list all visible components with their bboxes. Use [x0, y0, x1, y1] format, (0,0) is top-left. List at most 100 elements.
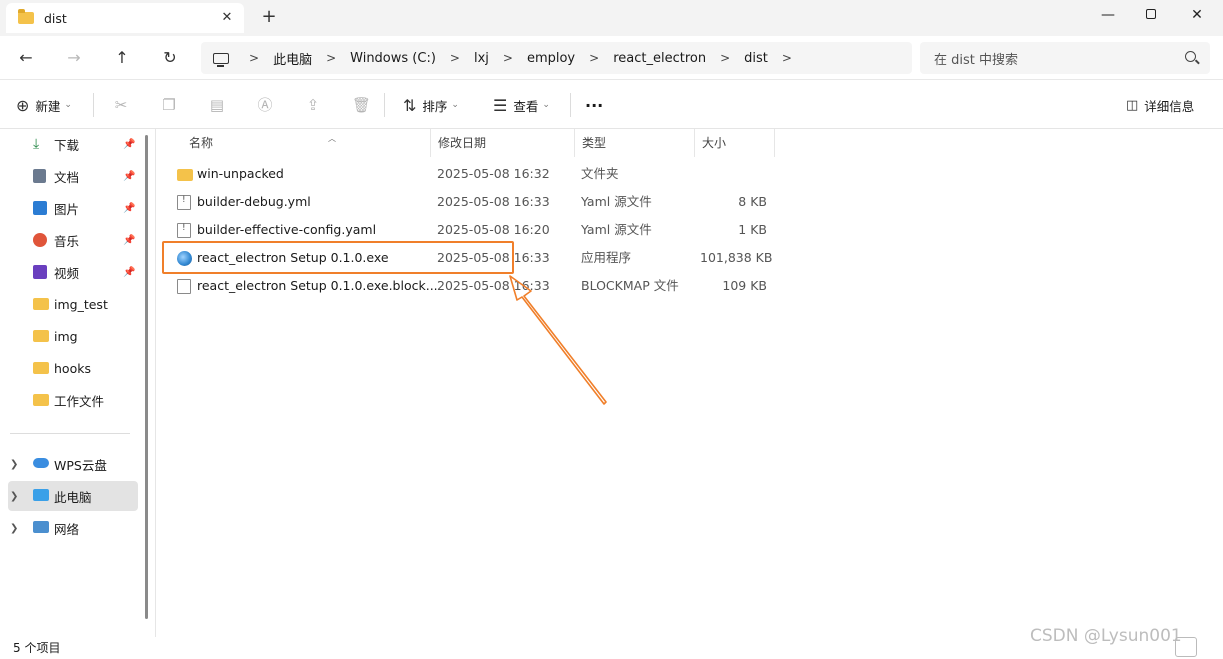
- file-name: builder-debug.yml: [197, 194, 311, 209]
- sidebar-item-img[interactable]: img: [0, 321, 140, 351]
- share-icon[interactable]: ⇪: [304, 95, 322, 115]
- blank-file-icon: [177, 279, 191, 294]
- table-row[interactable]: builder-debug.yml 2025-05-08 16:33 Yaml …: [164, 188, 1204, 216]
- breadcrumb-separator[interactable]: >: [503, 51, 513, 65]
- back-button[interactable]: ←: [10, 44, 42, 72]
- forward-button[interactable]: →: [58, 44, 90, 72]
- sidebar-item-hooks[interactable]: hooks: [0, 353, 140, 383]
- file-type: 应用程序: [581, 250, 632, 265]
- refresh-button[interactable]: ↻: [154, 44, 186, 72]
- folder-icon: [33, 362, 49, 374]
- navigation-pane: ⤓ 下载 📌 文档 📌 图片 📌 音乐 📌 视频 📌 img_test img …: [0, 129, 150, 637]
- file-name: builder-effective-config.yaml: [197, 222, 377, 237]
- chevron-right-icon[interactable]: ❯: [10, 523, 18, 534]
- search-input[interactable]: 在 dist 中搜索: [920, 42, 1210, 74]
- tab-title: dist: [44, 10, 67, 26]
- cloud-icon: [33, 458, 49, 468]
- tab-close-button[interactable]: ✕: [218, 9, 236, 27]
- file-size: 109 KB: [722, 278, 767, 293]
- tab-dist[interactable]: dist ✕: [6, 3, 244, 33]
- breadcrumb-employ[interactable]: employ: [527, 51, 575, 66]
- yaml-file-icon: [177, 223, 191, 238]
- breadcrumb-react-electron[interactable]: react_electron: [613, 51, 706, 66]
- sidebar-divider: [10, 433, 130, 434]
- delete-icon[interactable]: 🗑: [352, 95, 371, 115]
- breadcrumb-separator[interactable]: >: [782, 51, 792, 65]
- sidebar-item-wps-cloud[interactable]: ❯ WPS云盘: [0, 449, 140, 479]
- sidebar-item-img-test[interactable]: img_test: [0, 289, 140, 319]
- up-button[interactable]: ↑: [106, 44, 138, 72]
- rename-icon[interactable]: Ⓐ: [256, 95, 274, 115]
- file-name: react_electron Setup 0.1.0.exe.block...: [197, 278, 438, 293]
- breadcrumb-separator[interactable]: >: [450, 51, 460, 65]
- chevron-down-icon: ⌄: [451, 100, 459, 110]
- table-row[interactable]: react_electron Setup 0.1.0.exe.block... …: [164, 272, 1204, 300]
- item-count: 5 个项目: [13, 641, 61, 655]
- sidebar-item-pictures[interactable]: 图片 📌: [0, 193, 140, 223]
- cut-icon[interactable]: ✂: [112, 95, 130, 115]
- view-button[interactable]: ☰ 查看 ⌄: [493, 93, 550, 117]
- file-type: Yaml 源文件: [581, 222, 652, 237]
- breadcrumb-separator[interactable]: >: [720, 51, 730, 65]
- breadcrumb-dist[interactable]: dist: [744, 51, 768, 66]
- divider: [93, 93, 94, 117]
- file-date: 2025-05-08 16:20: [437, 222, 550, 237]
- breadcrumb-this-pc[interactable]: 此电脑: [273, 49, 312, 68]
- chevron-right-icon[interactable]: ❯: [10, 459, 18, 470]
- address-bar[interactable]: > 此电脑 > Windows (C:) > lxj > employ > re…: [201, 42, 912, 74]
- sidebar-item-documents[interactable]: 文档 📌: [0, 161, 140, 191]
- sidebar-item-label: img_test: [54, 296, 108, 312]
- sidebar-item-music[interactable]: 音乐 📌: [0, 225, 140, 255]
- sort-label: 排序: [422, 98, 448, 114]
- breadcrumb-separator[interactable]: >: [249, 51, 259, 65]
- new-button[interactable]: ⊕ 新建 ⌄: [16, 93, 72, 117]
- title-bar: dist ✕ + — ✕: [0, 0, 1223, 36]
- sidebar-scrollbar[interactable]: [145, 135, 148, 619]
- pin-icon[interactable]: 📌: [123, 267, 135, 278]
- column-header-name[interactable]: ︿ 名称: [181, 129, 431, 157]
- breadcrumb-separator[interactable]: >: [326, 51, 336, 65]
- sidebar-item-label: 视频: [54, 265, 80, 281]
- view-toggle-button[interactable]: [1175, 637, 1197, 657]
- file-size: [700, 160, 767, 188]
- sidebar-item-network[interactable]: ❯ 网络: [0, 513, 140, 543]
- details-pane-button[interactable]: ◫ 详细信息: [1126, 93, 1194, 117]
- copy-icon[interactable]: ❐: [160, 95, 178, 115]
- table-row[interactable]: win-unpacked 2025-05-08 16:32 文件夹: [164, 160, 1204, 188]
- file-date: 2025-05-08 16:33: [437, 278, 550, 293]
- sidebar-item-videos[interactable]: 视频 📌: [0, 257, 140, 287]
- column-header-date[interactable]: 修改日期: [430, 129, 575, 157]
- chevron-right-icon[interactable]: ❯: [10, 491, 18, 502]
- sidebar-item-work-files[interactable]: 工作文件: [0, 385, 140, 415]
- sidebar-item-label: 文档: [54, 169, 80, 185]
- breadcrumb-lxj[interactable]: lxj: [474, 51, 489, 66]
- new-tab-button[interactable]: +: [258, 6, 280, 28]
- sort-button[interactable]: ⇅ 排序 ⌄: [403, 93, 459, 117]
- highlight-box: [162, 241, 514, 274]
- pin-icon[interactable]: 📌: [123, 235, 135, 246]
- pin-icon[interactable]: 📌: [123, 203, 135, 214]
- column-header-label: 类型: [582, 136, 607, 150]
- column-header-size[interactable]: 大小: [694, 129, 775, 157]
- sidebar-item-downloads[interactable]: ⤓ 下载 📌: [0, 129, 140, 159]
- search-placeholder: 在 dist 中搜索: [934, 52, 1018, 68]
- more-options-button[interactable]: ···: [585, 93, 603, 117]
- computer-icon: [213, 52, 229, 67]
- table-row[interactable]: builder-effective-config.yaml 2025-05-08…: [164, 216, 1204, 244]
- close-window-button[interactable]: ✕: [1174, 0, 1220, 32]
- breadcrumb-separator[interactable]: >: [589, 51, 599, 65]
- watermark: CSDN @Lysun001: [1030, 626, 1182, 646]
- view-label: 查看: [513, 98, 539, 114]
- divider: [570, 93, 571, 117]
- details-pane-icon: ◫: [1126, 97, 1139, 113]
- minimize-button[interactable]: —: [1085, 0, 1131, 32]
- breadcrumb-drive-c[interactable]: Windows (C:): [350, 51, 436, 66]
- sidebar-item-label: 网络: [54, 521, 80, 537]
- pin-icon[interactable]: 📌: [123, 139, 135, 150]
- pin-icon[interactable]: 📌: [123, 171, 135, 182]
- sidebar-item-label: WPS云盘: [54, 457, 107, 473]
- maximize-button[interactable]: [1128, 0, 1174, 32]
- column-header-type[interactable]: 类型: [574, 129, 695, 157]
- paste-icon[interactable]: ▤: [208, 95, 226, 115]
- sidebar-item-this-pc[interactable]: ❯ 此电脑: [8, 481, 138, 511]
